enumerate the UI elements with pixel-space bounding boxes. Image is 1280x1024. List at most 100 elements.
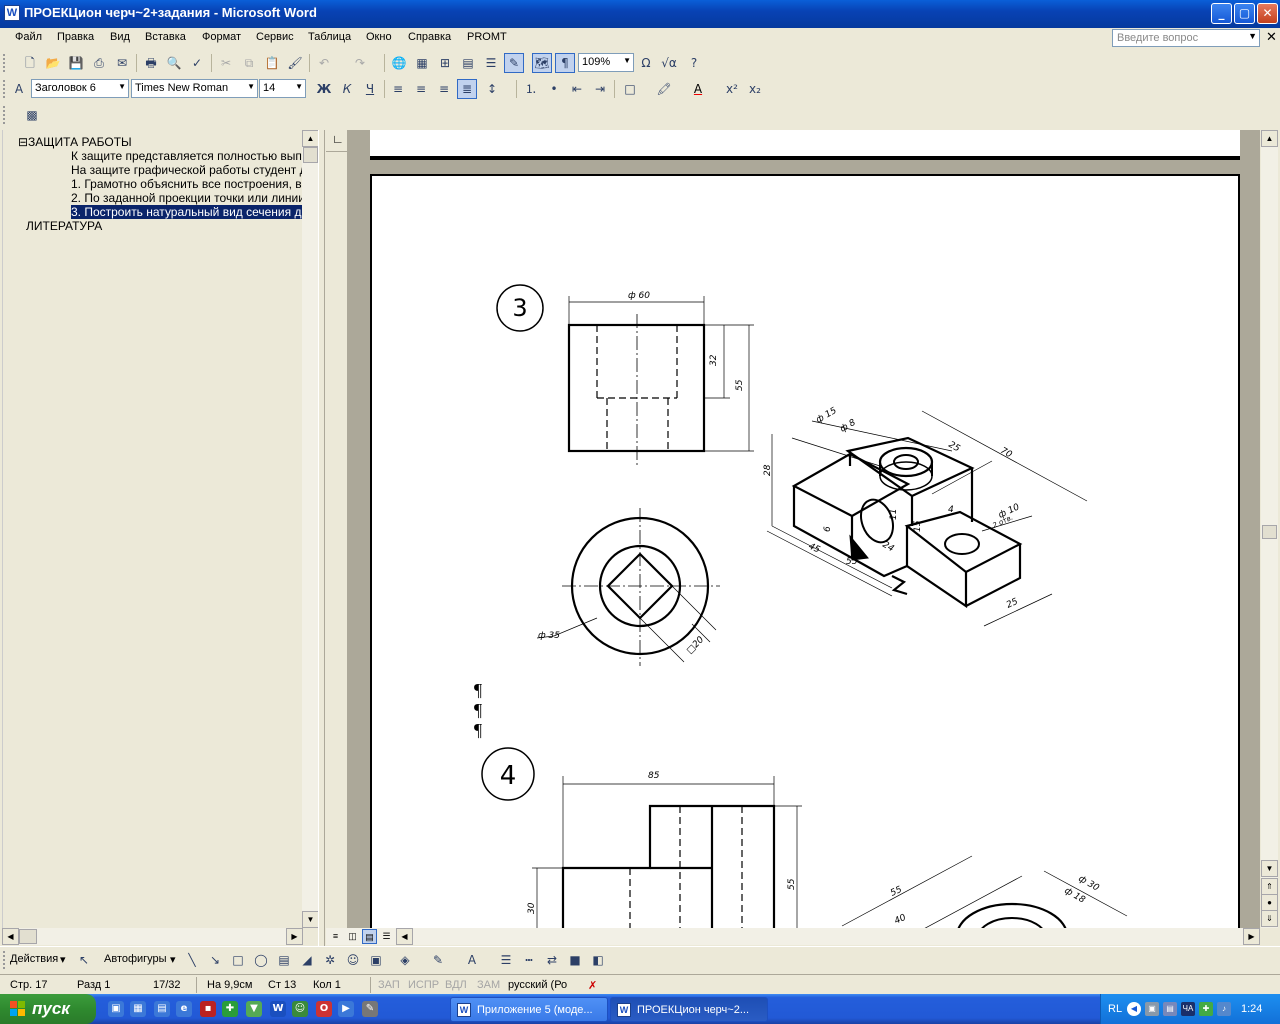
menu-window[interactable]: Окно [366,31,392,43]
select-objects-icon[interactable]: ↖ [74,950,94,970]
open-folder-icon[interactable]: 📂 [43,53,63,73]
align-right-icon[interactable]: ≡ [434,79,454,99]
paragraph-mark[interactable]: ¶ [474,700,482,721]
3d-style-icon[interactable]: ◧ [588,950,608,970]
email-icon[interactable]: ✉ [112,53,132,73]
taskbar-item-prilozhenie[interactable]: W Приложение 5 (моде... [450,997,608,1022]
explorer-icon[interactable]: ▦ [130,1001,146,1017]
scroll-left-icon[interactable]: ◀ [2,928,19,945]
tray-volume-icon[interactable]: ♪ [1217,1002,1231,1016]
format-painter-icon[interactable]: 🖌 [285,53,305,73]
doc-map-scrollbar[interactable]: ▲ ▼ [302,130,319,928]
bullets-icon[interactable]: • [544,79,564,99]
paragraph-mark[interactable]: ¶ [474,720,482,741]
oval-tool-icon[interactable]: ◯ [251,950,271,970]
menu-promt[interactable]: PROMT [467,31,507,43]
menu-edit[interactable]: Правка [57,31,94,43]
menu-tools[interactable]: Сервис [256,31,294,43]
menu-view[interactable]: Вид [110,31,130,43]
scroll-thumb[interactable] [303,147,318,163]
doc-map-item-zashchita[interactable]: ⊟ЗАЩИТА РАБОТЫ [18,135,132,149]
tray-expand-icon[interactable]: ◀ [1127,1002,1141,1016]
font-color-icon[interactable]: A [462,950,482,970]
line-style-icon[interactable]: ☰ [496,950,516,970]
autoshapes-menu[interactable]: Автофигуры [104,953,167,965]
word-icon[interactable]: W [270,1001,286,1017]
pane-splitter[interactable] [318,130,325,946]
zoom-select[interactable]: 109% ▼ [578,53,634,72]
pen-icon[interactable]: ✎ [362,1001,378,1017]
chevron-down-icon[interactable]: ▾ [170,953,176,966]
paste-icon[interactable]: 📋 [262,53,282,73]
toolbar-grip[interactable] [3,54,6,72]
player-icon[interactable]: ▶ [338,1001,354,1017]
internet-explorer-icon[interactable]: e [176,1001,192,1017]
doc-map-item[interactable]: К защите представляется полностью вып [71,149,302,163]
line-spacing-icon[interactable]: ↕ [482,79,502,99]
scroll-thumb[interactable] [19,929,37,944]
arrow-style-icon[interactable]: ⇄ [542,950,562,970]
superscript-icon[interactable]: x² [722,79,742,99]
print-layout-icon[interactable]: ▤ [362,929,377,944]
print-icon[interactable]: 🖶 [141,53,161,73]
line-tool-icon[interactable]: ╲ [182,950,202,970]
align-center-icon[interactable]: ≡ [411,79,431,99]
spelling-status-icon[interactable]: ✗ [588,979,597,992]
subscript-icon[interactable]: x₂ [745,79,765,99]
dash-style-icon[interactable]: ┅ [519,950,539,970]
acrobat-icon[interactable]: ▪ [200,1001,216,1017]
tray-clock[interactable]: 1:24 [1241,1003,1262,1015]
doc-map-item[interactable]: 2. По заданной проекции точки или линии [71,191,304,205]
excel-icon[interactable]: ☺ [292,1001,308,1017]
undo-icon[interactable]: ↶ [314,53,334,73]
status-overtype[interactable]: ЗАМ [477,979,500,991]
scroll-down-icon[interactable]: ▼ [302,911,319,928]
menu-format[interactable]: Формат [202,31,241,43]
toolbar-grip[interactable] [3,106,6,124]
toolbar-grip[interactable] [3,80,6,98]
doc-map-item[interactable]: На защите графической работы студент д [71,163,304,177]
media-icon[interactable]: ▼ [246,1001,262,1017]
tray-network-icon[interactable]: ▣ [1145,1002,1159,1016]
redo-icon[interactable]: ↷ [350,53,370,73]
word-app-icon[interactable]: W [4,5,20,21]
symbol-omega-icon[interactable]: Ω [636,53,656,73]
font-select[interactable]: Times New Roman ▼ [131,79,258,98]
align-left-icon[interactable]: ≡ [388,79,408,99]
doc-map-item[interactable]: 1. Грамотно объяснить все построения, вы [71,177,304,191]
notepad-icon[interactable]: ▤ [154,1001,170,1017]
outline-view-icon[interactable]: ☰ [379,929,394,944]
status-extend[interactable]: ВДЛ [445,979,467,991]
rectangle-tool-icon[interactable]: □ [228,950,248,970]
decrease-indent-icon[interactable]: ⇤ [567,79,587,99]
scroll-left-icon[interactable]: ◀ [396,928,413,945]
scroll-right-icon[interactable]: ▶ [286,928,303,945]
borders-icon[interactable]: □ [620,79,640,99]
font-color-icon[interactable]: A [688,79,708,99]
drawing-toggle-icon[interactable]: ✎ [504,53,524,73]
chevron-down-icon[interactable]: ▼ [1248,31,1257,41]
picture-icon[interactable]: ▣ [366,950,386,970]
save-icon[interactable]: 💾 [66,53,86,73]
minimize-button[interactable]: _ [1211,3,1232,24]
help-icon[interactable]: ? [684,53,704,73]
status-track[interactable]: ИСПР [408,979,439,991]
document-map-icon[interactable]: 🗺 [532,53,552,73]
select-browse-object-icon[interactable]: ● [1261,894,1278,911]
web-view-icon[interactable]: ◫ [345,929,360,944]
show-desktop-icon[interactable]: ▣ [108,1001,124,1017]
styles-icon[interactable]: A [9,79,29,99]
menu-insert[interactable]: Вставка [145,31,186,43]
clipart-icon[interactable]: ☺ [343,950,363,970]
scroll-thumb[interactable] [1262,525,1277,539]
diagram-icon[interactable]: ✲ [320,950,340,970]
equation-icon[interactable]: √α [659,53,679,73]
chevron-down-icon[interactable]: ▼ [118,82,126,91]
ask-question-input[interactable]: Введите вопрос ▼ [1112,29,1260,47]
spelling-icon[interactable]: ✓ [187,53,207,73]
scroll-right-icon[interactable]: ▶ [1243,928,1260,945]
insert-excel-icon[interactable]: ▤ [458,53,478,73]
status-record[interactable]: ЗАП [378,979,400,991]
insert-table-icon[interactable]: ⊞ [435,53,455,73]
tray-lang[interactable]: RL [1108,1003,1122,1015]
